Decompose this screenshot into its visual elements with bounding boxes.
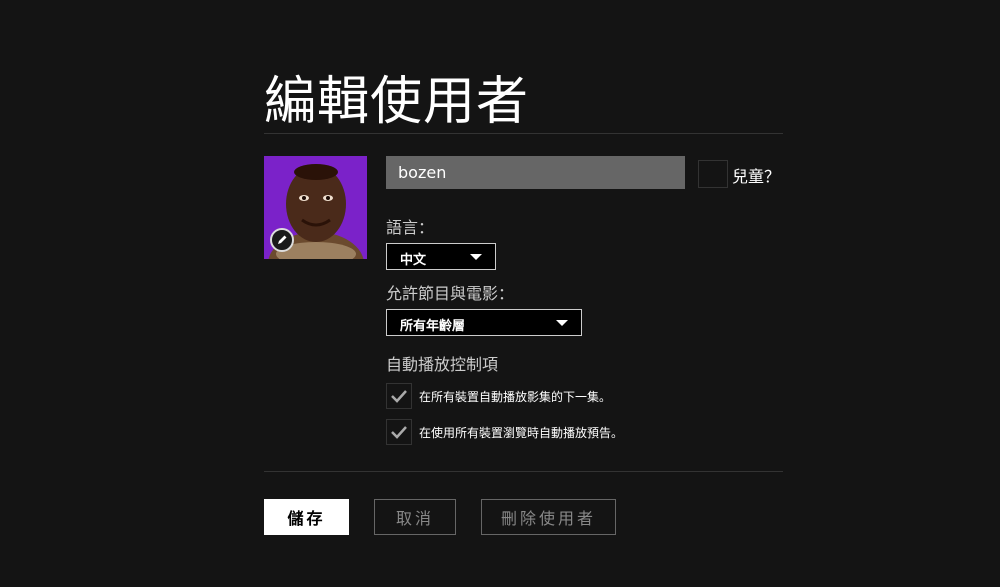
maturity-label: 允許節目與電影：: [386, 284, 515, 303]
kids-label: 兒童？: [732, 167, 781, 186]
save-button[interactable]: 儲存: [264, 499, 349, 535]
profile-name-input[interactable]: [386, 156, 685, 189]
maturity-dropdown[interactable]: 所有年齡層: [386, 309, 582, 336]
edit-profile-panel: 編輯使用者 兒童？ 語言：: [264, 72, 783, 535]
actions-divider: [264, 471, 783, 472]
autoplay-heading: 自動播放控制項: [386, 355, 499, 374]
checkmark-icon: [391, 390, 407, 403]
autoplay-next-episode-label: 在所有裝置自動播放影集的下一集。: [419, 390, 612, 404]
delete-profile-button[interactable]: 刪除使用者: [481, 499, 616, 535]
chevron-down-icon: [556, 320, 568, 326]
profile-form: 兒童？ 語言： 中文 允許節目與電影： 所有年齡層 自動播放控制項 在所有裝置自…: [264, 134, 783, 472]
language-dropdown[interactable]: 中文: [386, 243, 496, 270]
autoplay-previews-label: 在使用所有裝置瀏覽時自動播放預告。: [419, 426, 624, 440]
chevron-down-icon: [470, 254, 482, 260]
page-title: 編輯使用者: [264, 72, 530, 132]
autoplay-next-episode-checkbox[interactable]: [386, 383, 412, 409]
checkmark-icon: [391, 426, 407, 439]
profile-avatar[interactable]: [264, 156, 367, 259]
language-label: 語言：: [386, 218, 435, 237]
autoplay-previews-checkbox[interactable]: [386, 419, 412, 445]
maturity-selected: 所有年齡層: [400, 319, 466, 334]
language-selected: 中文: [400, 253, 427, 268]
kids-checkbox[interactable]: [698, 160, 728, 188]
cancel-button[interactable]: 取消: [374, 499, 456, 535]
pencil-icon[interactable]: [270, 228, 294, 252]
